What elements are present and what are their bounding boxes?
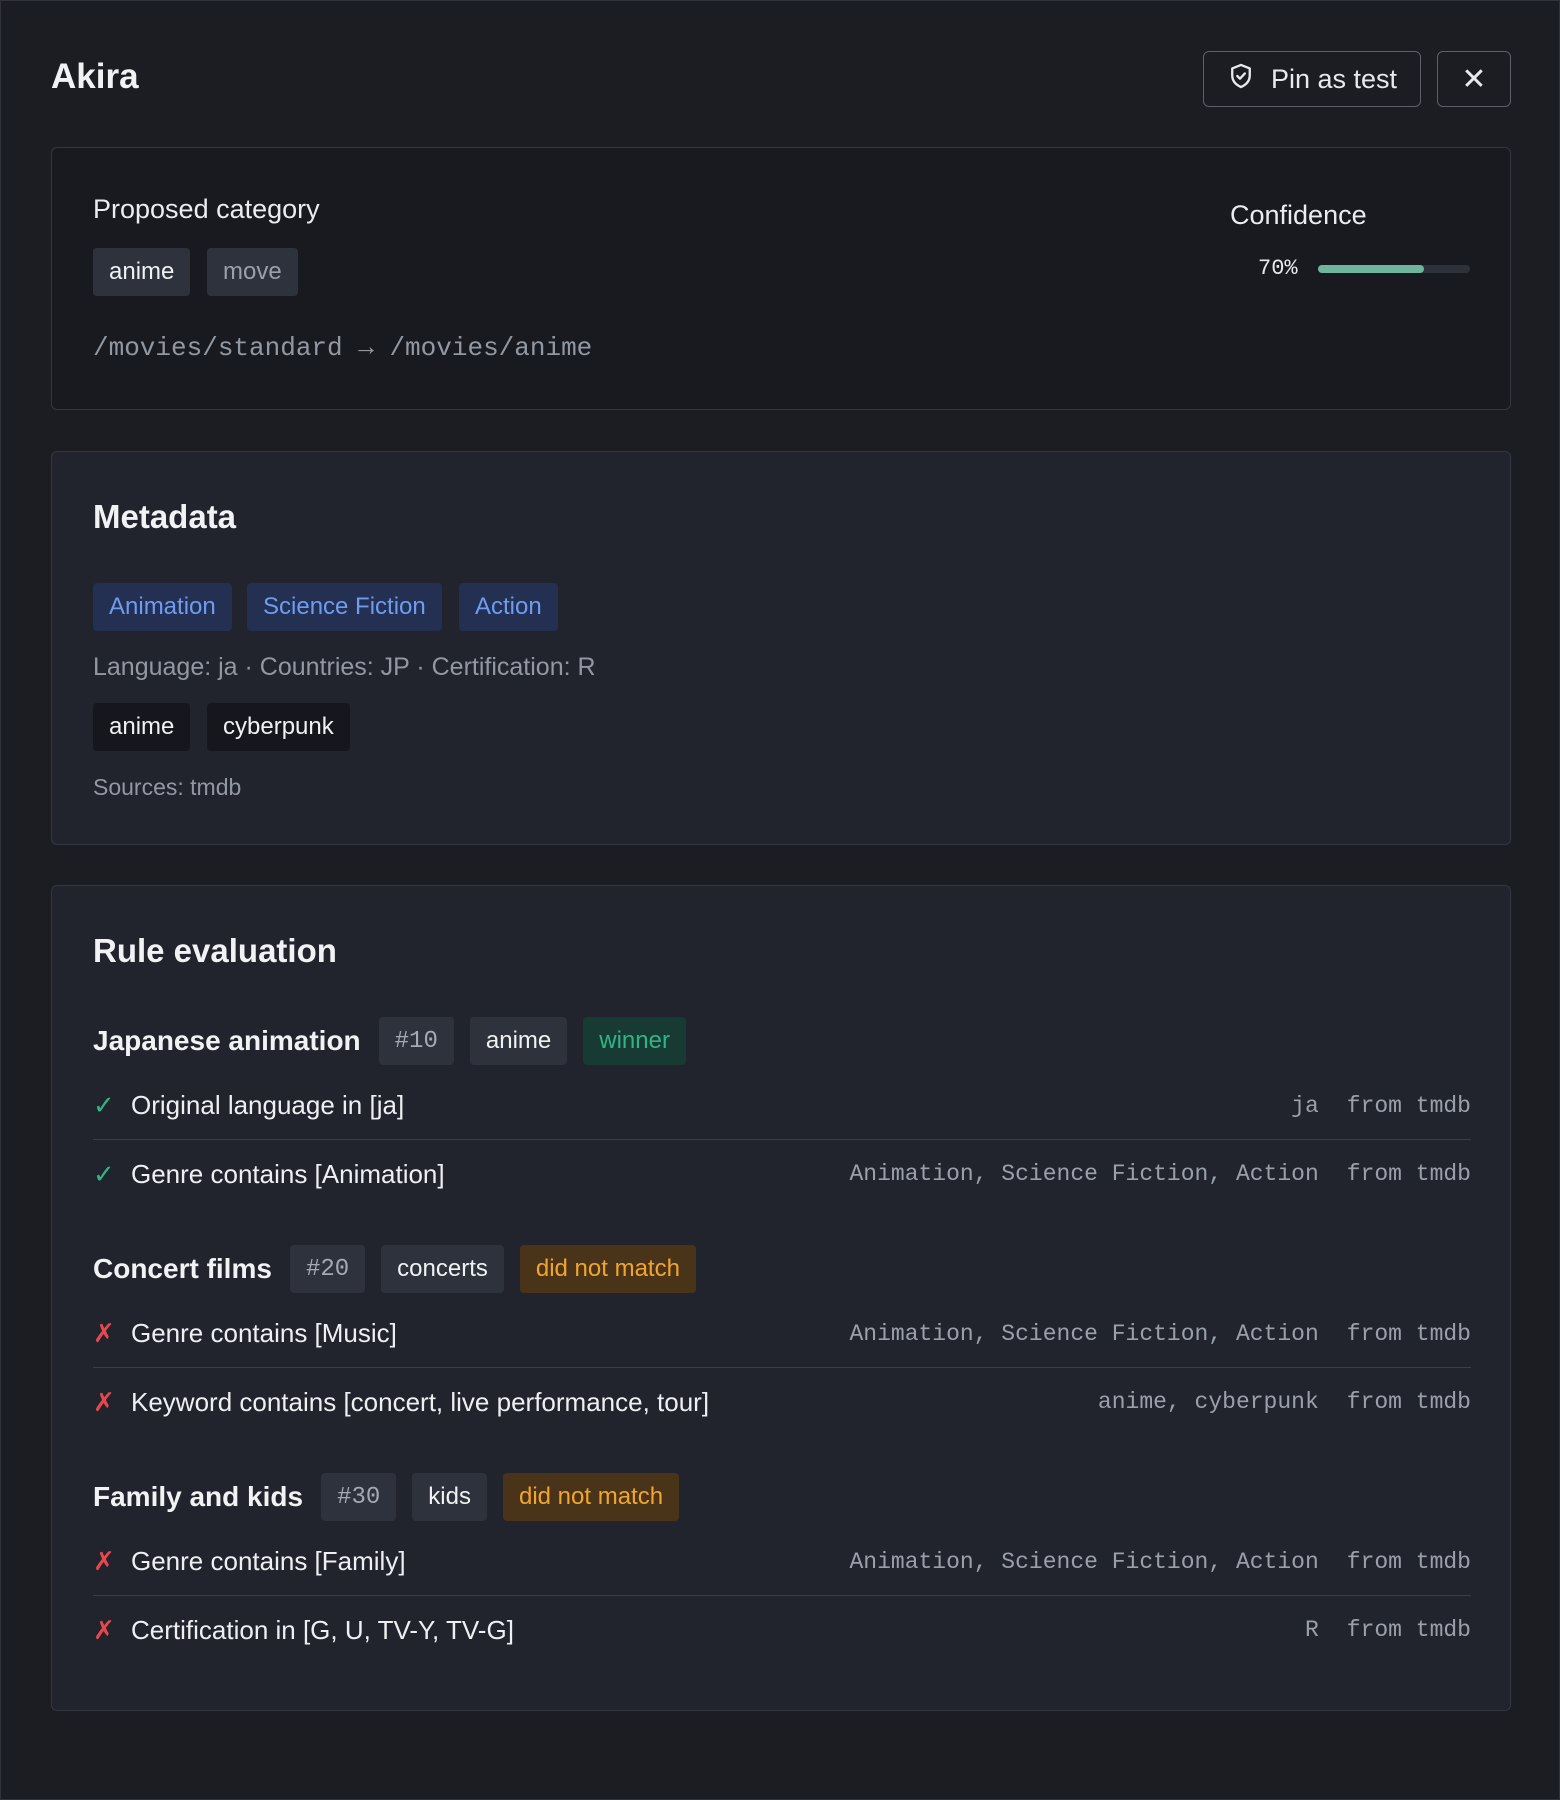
metadata-sources: Sources: tmdb [93, 774, 242, 800]
rule-name: Japanese animation [93, 1025, 361, 1056]
rule-condition-row: ✓ Original language in [ja] ja from tmdb [93, 1072, 1471, 1140]
rule-id-badge: #20 [289, 1245, 366, 1293]
cross-icon: ✗ [93, 1318, 115, 1348]
proposed-category-card: Proposed category anime move /movies/sta… [51, 147, 1511, 410]
condition-value: Animation, Science Fiction, Action [849, 1548, 1319, 1575]
rule-id-badge: #30 [321, 1473, 397, 1521]
rule-condition-row: ✓ Genre contains [Animation] Animation, … [93, 1140, 1471, 1208]
confidence-bar-fill [1318, 265, 1425, 273]
shield-check-icon [1227, 62, 1255, 97]
proposed-action-chip: move [207, 248, 298, 296]
pin-as-test-label: Pin as test [1270, 63, 1398, 94]
cross-icon: ✗ [93, 1386, 115, 1417]
condition-text: Genre contains [Music] [131, 1318, 397, 1348]
cross-icon: ✗ [93, 1546, 115, 1576]
rule-header: Concert films #20 concerts did not match [93, 1245, 712, 1293]
close-icon: ✕ [1461, 62, 1487, 96]
item-detail-panel: Akira Pin as test ✕ Proposed category an… [0, 0, 1560, 1800]
rule-evaluation-heading: Rule evaluation [93, 932, 337, 969]
rule-name: Family and kids [93, 1481, 304, 1512]
rule-condition-row: ✗ Keyword contains [concert, live perfor… [93, 1368, 1471, 1436]
page-title: Akira [51, 57, 139, 96]
rule-condition-row: ✗ Genre contains [Music] Animation, Scie… [93, 1300, 1471, 1368]
metadata-details: Language: ja · Countries: JP · Certifica… [93, 653, 596, 681]
rule-status-badge: winner [583, 1017, 686, 1065]
condition-value: Animation, Science Fiction, Action [849, 1320, 1319, 1347]
condition-text: Keyword contains [concert, live performa… [131, 1386, 710, 1417]
pin-as-test-button[interactable]: Pin as test [1203, 51, 1421, 107]
condition-value: anime, cyberpunk [1097, 1389, 1319, 1415]
metadata-card: Metadata Animation Science Fiction Actio… [51, 451, 1511, 845]
genre-chip: Action [459, 583, 558, 631]
condition-value: Animation, Science Fiction, Action [849, 1161, 1319, 1187]
proposed-category-chip: anime [93, 248, 191, 296]
condition-text: Genre contains [Animation] [131, 1158, 445, 1189]
confidence-percent: 70% [1258, 256, 1298, 281]
keyword-chip: anime [93, 703, 191, 751]
condition-source: from tmdb [1346, 1548, 1471, 1575]
condition-source: from tmdb [1346, 1320, 1471, 1347]
condition-value: ja [1291, 1092, 1319, 1119]
condition-text: Certification in [G, U, TV-Y, TV-G] [131, 1614, 514, 1645]
confidence-heading: Confidence [1230, 200, 1367, 230]
rule-status-badge: did not match [502, 1473, 680, 1521]
rule-condition-row: ✗ Certification in [G, U, TV-Y, TV-G] R … [93, 1596, 1471, 1664]
condition-text: Genre contains [Family] [131, 1546, 406, 1576]
metadata-heading: Metadata [93, 498, 237, 535]
rule-header: Japanese animation #10 anime winner [93, 1017, 702, 1065]
check-icon: ✓ [93, 1090, 115, 1120]
rule-category-badge: kids [412, 1473, 487, 1521]
rule-category-badge: concerts [381, 1245, 504, 1293]
rule-name: Concert films [93, 1253, 272, 1284]
rule-condition-row: ✗ Genre contains [Family] Animation, Sci… [93, 1528, 1471, 1596]
genre-chip: Animation [93, 583, 232, 631]
proposed-category-heading: Proposed category [93, 194, 320, 224]
condition-source: from tmdb [1346, 1617, 1471, 1643]
cross-icon: ✗ [93, 1614, 115, 1645]
rule-status-badge: did not match [519, 1245, 696, 1293]
condition-source: from tmdb [1346, 1389, 1471, 1415]
genre-chip: Science Fiction [247, 583, 442, 631]
condition-source: from tmdb [1346, 1161, 1471, 1187]
rule-evaluation-card: Rule evaluation Japanese animation #10 a… [51, 885, 1511, 1711]
rule-category-badge: anime [469, 1017, 568, 1065]
keyword-chip: cyberpunk [207, 703, 350, 751]
check-icon: ✓ [93, 1158, 115, 1189]
confidence-bar [1318, 265, 1470, 273]
rule-id-badge: #10 [378, 1017, 454, 1065]
close-button[interactable]: ✕ [1437, 51, 1511, 107]
condition-value: R [1304, 1617, 1319, 1643]
condition-text: Original language in [ja] [131, 1090, 405, 1120]
condition-source: from tmdb [1346, 1092, 1471, 1119]
rule-header: Family and kids #30 kids did not match [93, 1473, 695, 1521]
category-path: /movies/standard → /movies/anime [93, 333, 593, 363]
